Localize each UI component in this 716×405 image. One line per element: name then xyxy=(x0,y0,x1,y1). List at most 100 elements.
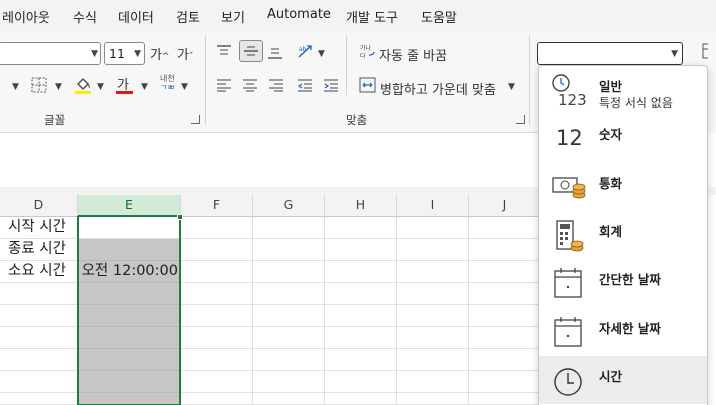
font-dialog-launcher-icon[interactable] xyxy=(191,115,200,124)
column-header-j[interactable]: J xyxy=(469,195,541,217)
tab-data[interactable]: 데이터 xyxy=(118,7,154,26)
cell-j1[interactable] xyxy=(469,217,541,239)
cell-h8[interactable] xyxy=(325,371,397,393)
fill-color-button[interactable] xyxy=(74,75,92,99)
cell-j7[interactable] xyxy=(469,349,541,371)
format-option-currency[interactable]: 통화 xyxy=(539,163,707,211)
grow-font-button[interactable]: 가^ xyxy=(150,44,170,63)
alignment-dialog-launcher-icon[interactable] xyxy=(516,115,525,124)
cell-f3[interactable] xyxy=(181,261,253,283)
cell-i6[interactable] xyxy=(397,327,469,349)
cell-e3[interactable]: 오전 12:00:00 xyxy=(78,261,181,283)
align-bottom-button[interactable] xyxy=(267,46,283,64)
cell-j3[interactable] xyxy=(469,261,541,283)
cell-d3[interactable]: 소요 시간 xyxy=(0,261,78,283)
format-option-accounting[interactable]: 회계 xyxy=(539,211,707,259)
tab-formulas[interactable]: 수식 xyxy=(73,7,97,26)
increase-indent-button[interactable] xyxy=(323,78,339,96)
cell-f7[interactable] xyxy=(181,349,253,371)
tab-review[interactable]: 검토 xyxy=(176,7,200,26)
cell-i1[interactable] xyxy=(397,217,469,239)
cell-j5[interactable] xyxy=(469,305,541,327)
borders-button[interactable] xyxy=(31,77,47,97)
cell-f1[interactable] xyxy=(181,217,253,239)
chevron-down-icon[interactable]: ▼ xyxy=(508,82,515,92)
cell-j2[interactable] xyxy=(469,239,541,261)
cell-f5[interactable] xyxy=(181,305,253,327)
tab-developer[interactable]: 개발 도구 xyxy=(346,7,398,26)
format-option-long-date[interactable]: 자세한 날짜 xyxy=(539,308,707,356)
cell-d5[interactable] xyxy=(0,305,78,327)
chevron-down-icon[interactable]: ▼ xyxy=(318,49,325,59)
format-option-time[interactable]: 시간 xyxy=(539,356,707,404)
cell-f8[interactable] xyxy=(181,371,253,393)
cell-e6[interactable] xyxy=(78,327,181,349)
align-middle-button[interactable] xyxy=(239,40,263,62)
align-top-button[interactable] xyxy=(216,44,232,62)
cell-h5[interactable] xyxy=(325,305,397,327)
orientation-button[interactable]: ab xyxy=(297,43,315,63)
fill-handle[interactable] xyxy=(177,214,183,220)
cell-d7[interactable] xyxy=(0,349,78,371)
decrease-indent-button[interactable] xyxy=(297,78,313,96)
cell-i7[interactable] xyxy=(397,349,469,371)
column-header-h[interactable]: H xyxy=(325,195,397,217)
cell-i8[interactable] xyxy=(397,371,469,393)
cell-e1[interactable] xyxy=(78,217,181,239)
cell-e8[interactable] xyxy=(78,371,181,393)
column-header-g[interactable]: G xyxy=(253,195,325,217)
cell-d4[interactable] xyxy=(0,283,78,305)
cell-h9[interactable] xyxy=(325,393,397,405)
cell-i9[interactable] xyxy=(397,393,469,405)
align-center-button[interactable] xyxy=(242,78,258,96)
cell-f4[interactable] xyxy=(181,283,253,305)
cell-h2[interactable] xyxy=(325,239,397,261)
cell-h3[interactable] xyxy=(325,261,397,283)
wrap-text-button[interactable]: 가나 다 xyxy=(359,43,377,65)
cell-e4[interactable] xyxy=(78,283,181,305)
cell-i5[interactable] xyxy=(397,305,469,327)
column-header-f[interactable]: F xyxy=(181,195,253,217)
cell-i3[interactable] xyxy=(397,261,469,283)
chevron-down-icon[interactable]: ▼ xyxy=(181,82,188,92)
cell-h6[interactable] xyxy=(325,327,397,349)
chevron-down-icon[interactable]: ▼ xyxy=(55,82,62,92)
column-header-e[interactable]: E xyxy=(78,195,181,217)
format-option-short-date[interactable]: 간단한 날짜 xyxy=(539,259,707,307)
cell-e9[interactable] xyxy=(78,393,181,405)
cell-g6[interactable] xyxy=(253,327,325,349)
cell-i2[interactable] xyxy=(397,239,469,261)
cell-g7[interactable] xyxy=(253,349,325,371)
align-right-button[interactable] xyxy=(268,78,284,96)
cell-h4[interactable] xyxy=(325,283,397,305)
cell-g4[interactable] xyxy=(253,283,325,305)
cell-f9[interactable] xyxy=(181,393,253,405)
align-left-button[interactable] xyxy=(216,78,232,96)
cell-h1[interactable] xyxy=(325,217,397,239)
cell-g8[interactable] xyxy=(253,371,325,393)
cell-g1[interactable] xyxy=(253,217,325,239)
merge-center-button[interactable] xyxy=(359,77,376,97)
chevron-down-icon[interactable]: ▼ xyxy=(141,82,148,92)
chevron-down-icon[interactable]: ▼ xyxy=(97,82,104,92)
font-size-combobox[interactable]: 11 ▼ xyxy=(104,42,145,65)
tab-automate[interactable]: Automate xyxy=(267,7,331,22)
cell-g5[interactable] xyxy=(253,305,325,327)
cell-f2[interactable] xyxy=(181,239,253,261)
cell-d2[interactable]: 종료 시간 xyxy=(0,239,78,261)
format-option-general[interactable]: 123 일반 특정 서식 없음 xyxy=(539,66,707,114)
column-header-d[interactable]: D xyxy=(0,195,78,217)
cell-e5[interactable] xyxy=(78,305,181,327)
cell-g9[interactable] xyxy=(253,393,325,405)
cell-d9[interactable] xyxy=(0,393,78,405)
chevron-down-icon[interactable]: ▼ xyxy=(12,82,19,92)
cell-d1[interactable]: 시작 시간 xyxy=(0,217,78,239)
cell-e7[interactable] xyxy=(78,349,181,371)
cell-j6[interactable] xyxy=(469,327,541,349)
shrink-font-button[interactable]: 가ˇ xyxy=(177,44,193,63)
cell-j8[interactable] xyxy=(469,371,541,393)
cell-e2[interactable] xyxy=(78,239,181,261)
cell-f6[interactable] xyxy=(181,327,253,349)
format-option-number[interactable]: 12 숫자 xyxy=(539,114,707,162)
tab-view[interactable]: 보기 xyxy=(221,7,245,26)
